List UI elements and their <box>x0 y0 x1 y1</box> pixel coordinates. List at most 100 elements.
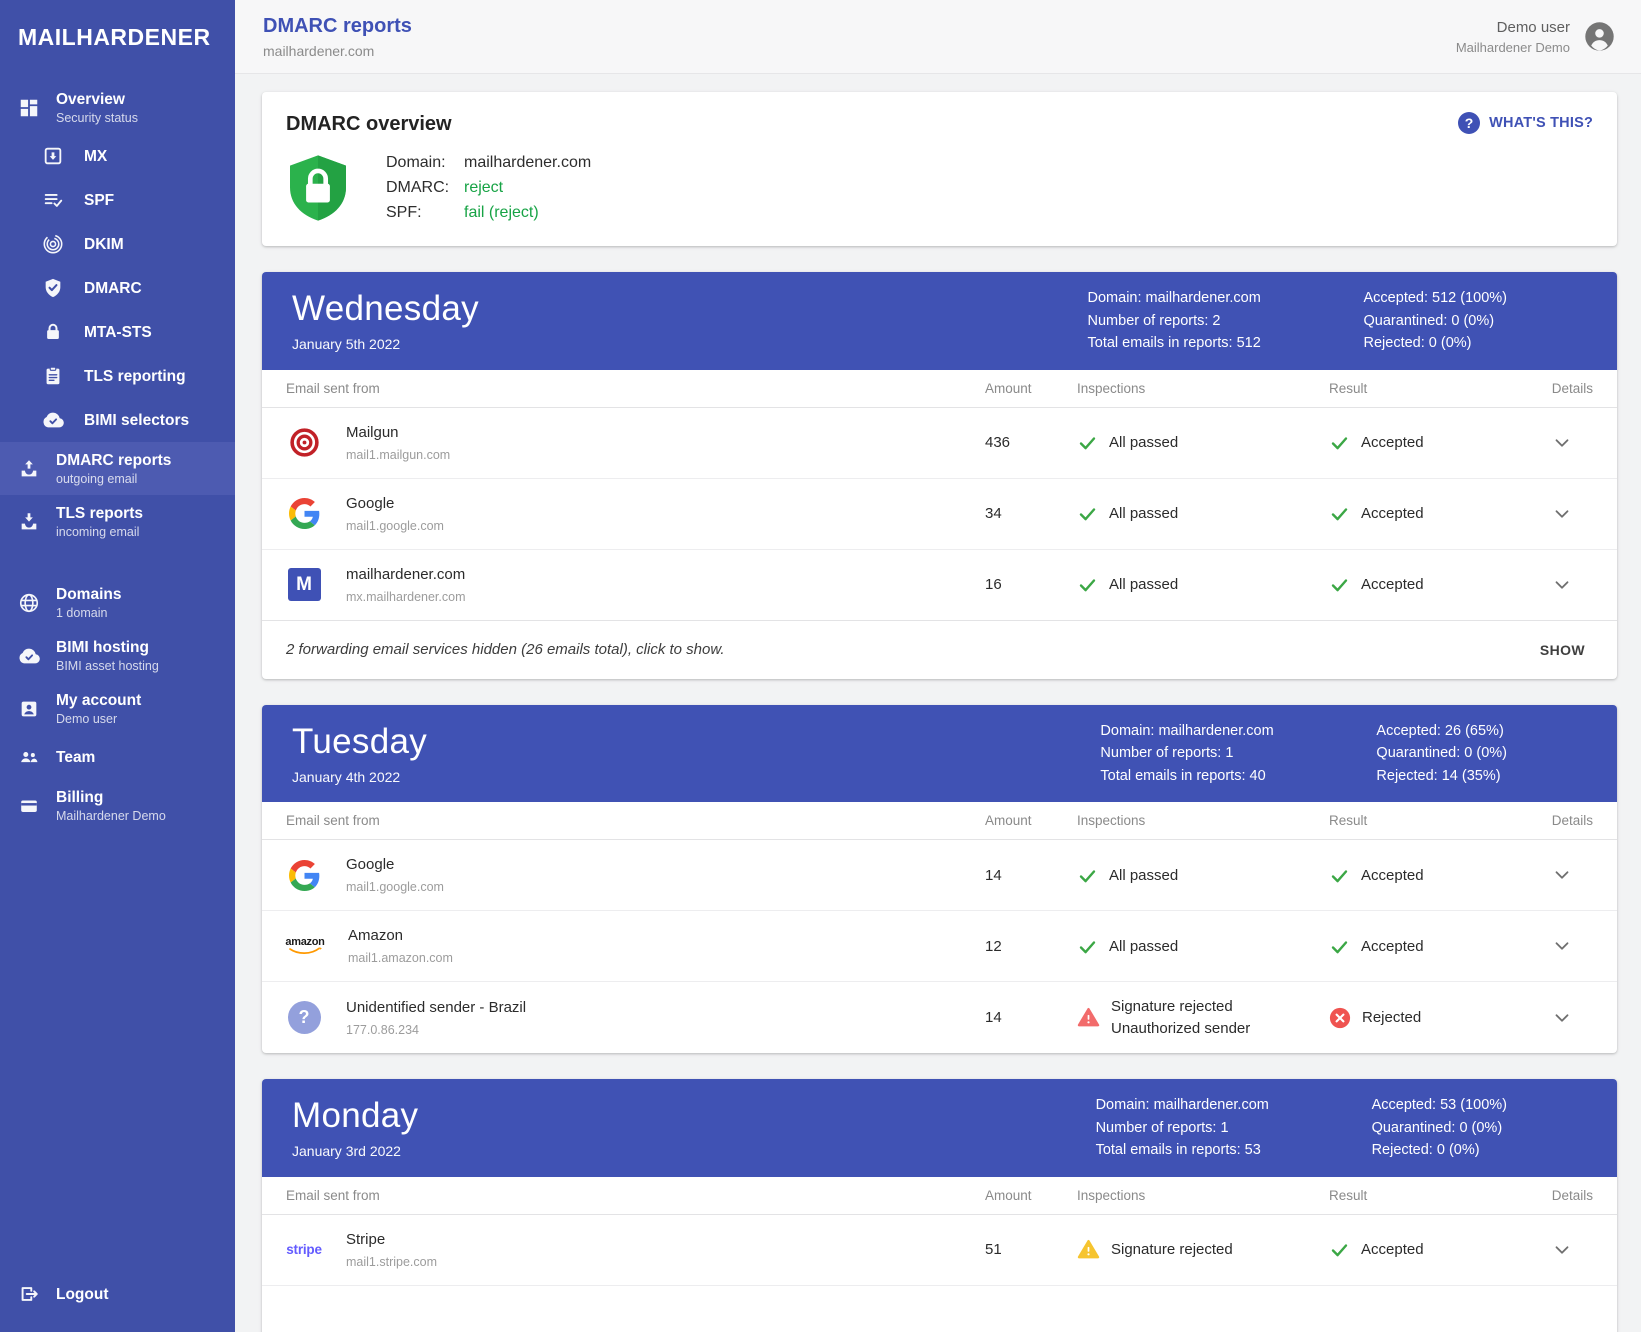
sidebar-item-spf[interactable]: SPF <box>0 178 235 222</box>
sidebar-item-overview[interactable]: Overview Security status <box>0 81 235 134</box>
day-card-wednesday: Wednesday January 5th 2022 Domain: mailh… <box>262 272 1617 679</box>
stat-rejected: Rejected: 0 (0%) <box>1372 1142 1507 1160</box>
sidebar-item-mta-sts[interactable]: MTA-STS <box>0 310 235 354</box>
stat-domain: Domain: mailhardener.com <box>1088 290 1320 308</box>
check-icon <box>1077 865 1098 886</box>
day-date: January 5th 2022 <box>292 336 479 352</box>
day-card-monday: Monday January 3rd 2022 Domain: mailhard… <box>262 1079 1617 1332</box>
table-row-google[interactable]: Googlemail1.google.com 14 All passed Acc… <box>262 840 1617 911</box>
sidebar-item-dmarc-reports[interactable]: DMARC reportsoutgoing email <box>0 442 235 495</box>
day-name: Monday <box>292 1094 418 1138</box>
day-card-tuesday: Tuesday January 4th 2022 Domain: mailhar… <box>262 705 1617 1054</box>
table-row-unidentified-sender[interactable]: ? Unidentified sender - Brazil177.0.86.2… <box>262 982 1617 1053</box>
day-header: Wednesday January 5th 2022 Domain: mailh… <box>262 272 1617 370</box>
table-row-partial <box>262 1286 1617 1332</box>
mailhardener-logo: M <box>286 568 322 601</box>
page-title: DMARC reports <box>263 15 412 38</box>
cloud-check-icon <box>18 645 40 667</box>
user-menu[interactable]: Demo user Mailhardener Demo <box>1456 19 1615 55</box>
table-row-google[interactable]: Googlemail1.google.com 34 All passed Acc… <box>262 479 1617 550</box>
day-date: January 4th 2022 <box>292 769 427 785</box>
overview-spf-row: SPF: fail (reject) <box>386 204 591 222</box>
check-icon <box>1077 503 1098 524</box>
check-icon <box>1329 432 1350 453</box>
overview-domain-row: Domain: mailhardener.com <box>386 154 591 172</box>
sidebar-item-sublabel: Security status <box>56 111 138 125</box>
hidden-services-row[interactable]: 2 forwarding email services hidden (26 e… <box>262 620 1617 679</box>
day-name: Tuesday <box>292 720 427 764</box>
stat-domain: Domain: mailhardener.com <box>1100 723 1332 741</box>
avatar-icon[interactable] <box>1584 21 1615 52</box>
stat-domain: Domain: mailhardener.com <box>1096 1097 1328 1115</box>
stripe-logo: stripe <box>286 1242 322 1257</box>
chevron-down-icon[interactable] <box>1551 574 1573 596</box>
sidebar-item-dkim[interactable]: DKIM <box>0 222 235 266</box>
sidebar-item-bimi-selectors[interactable]: BIMI selectors <box>0 398 235 442</box>
sidebar-item-bimi-hosting[interactable]: BIMI hostingBIMI asset hosting <box>0 629 235 682</box>
sidebar-item-mx[interactable]: MX <box>0 134 235 178</box>
help-icon: ? <box>1458 112 1480 134</box>
amount: 14 <box>985 867 1077 884</box>
fingerprint-icon <box>42 233 64 255</box>
lock-icon <box>42 321 64 343</box>
stat-total: Total emails in reports: 40 <box>1100 768 1332 786</box>
dashboard-icon <box>18 97 40 119</box>
chevron-down-icon[interactable] <box>1551 432 1573 454</box>
table-header: Email sent from Amount Inspections Resul… <box>262 1177 1617 1215</box>
sidebar-item-label: Overview <box>56 90 138 109</box>
stat-accepted: Accepted: 26 (65%) <box>1376 723 1507 741</box>
amazon-logo: amazon <box>286 937 324 956</box>
day-name: Wednesday <box>292 287 479 331</box>
table-row-mailhardener[interactable]: M mailhardener.commx.mailhardener.com 16… <box>262 550 1617 621</box>
logout-button[interactable]: Logout <box>0 1272 235 1316</box>
chevron-down-icon[interactable] <box>1551 864 1573 886</box>
day-header: Tuesday January 4th 2022 Domain: mailhar… <box>262 705 1617 803</box>
sidebar-item-billing[interactable]: BillingMailhardener Demo <box>0 779 235 832</box>
warning-triangle-icon <box>1077 1006 1100 1029</box>
check-icon <box>1329 1239 1350 1260</box>
check-icon <box>1329 503 1350 524</box>
user-name: Demo user <box>1456 19 1570 36</box>
main-area: DMARC reports mailhardener.com Demo user… <box>235 0 1641 1332</box>
stat-quarantined: Quarantined: 0 (0%) <box>1376 745 1507 763</box>
globe-icon <box>18 592 40 614</box>
app-window: MAILHARDENER OverviewSecurity status MX … <box>0 0 1641 1332</box>
sidebar-item-team[interactable]: Team <box>0 735 235 779</box>
chevron-down-icon[interactable] <box>1551 1007 1573 1029</box>
day-date: January 3rd 2022 <box>292 1143 418 1159</box>
team-icon <box>18 746 40 768</box>
stat-reports: Number of reports: 1 <box>1100 745 1332 763</box>
show-button[interactable]: SHOW <box>1532 636 1593 664</box>
table-row-mailgun[interactable]: Mailgunmail1.mailgun.com 436 All passed … <box>262 408 1617 479</box>
overview-domain-value: mailhardener.com <box>464 154 591 172</box>
security-shield-icon <box>290 155 346 221</box>
chevron-down-icon[interactable] <box>1551 935 1573 957</box>
brand-logo: MAILHARDENER <box>0 0 235 81</box>
chevron-down-icon[interactable] <box>1551 503 1573 525</box>
table-row-stripe[interactable]: stripe Stripemail1.stripe.com 51 Signatu… <box>262 1215 1617 1286</box>
stat-reports: Number of reports: 2 <box>1088 313 1320 331</box>
amount: 436 <box>985 434 1077 451</box>
amount: 16 <box>985 576 1077 593</box>
clipboard-icon <box>42 365 64 387</box>
check-icon <box>1329 865 1350 886</box>
credit-card-icon <box>18 795 40 817</box>
person-badge-icon <box>18 698 40 720</box>
sidebar-item-tls-reports[interactable]: TLS reportsincoming email <box>0 495 235 548</box>
sidebar-item-domains[interactable]: Domains1 domain <box>0 576 235 629</box>
list-check-icon <box>42 189 64 211</box>
amount: 12 <box>985 938 1077 955</box>
overview-dmarc-value: reject <box>464 179 503 197</box>
check-icon <box>1077 936 1098 957</box>
sidebar-item-tls-reporting[interactable]: TLS reporting <box>0 354 235 398</box>
overview-title: DMARC overview <box>286 113 1593 136</box>
whats-this-link[interactable]: ? WHAT'S THIS? <box>1458 112 1593 134</box>
chevron-down-icon[interactable] <box>1551 1239 1573 1261</box>
amount: 34 <box>985 505 1077 522</box>
sidebar: MAILHARDENER OverviewSecurity status MX … <box>0 0 235 1332</box>
stat-accepted: Accepted: 512 (100%) <box>1364 290 1507 308</box>
sidebar-item-my-account[interactable]: My accountDemo user <box>0 682 235 735</box>
table-row-amazon[interactable]: amazon Amazonmail1.amazon.com 12 All pas… <box>262 911 1617 982</box>
day-header: Monday January 3rd 2022 Domain: mailhard… <box>262 1079 1617 1177</box>
sidebar-item-dmarc[interactable]: DMARC <box>0 266 235 310</box>
